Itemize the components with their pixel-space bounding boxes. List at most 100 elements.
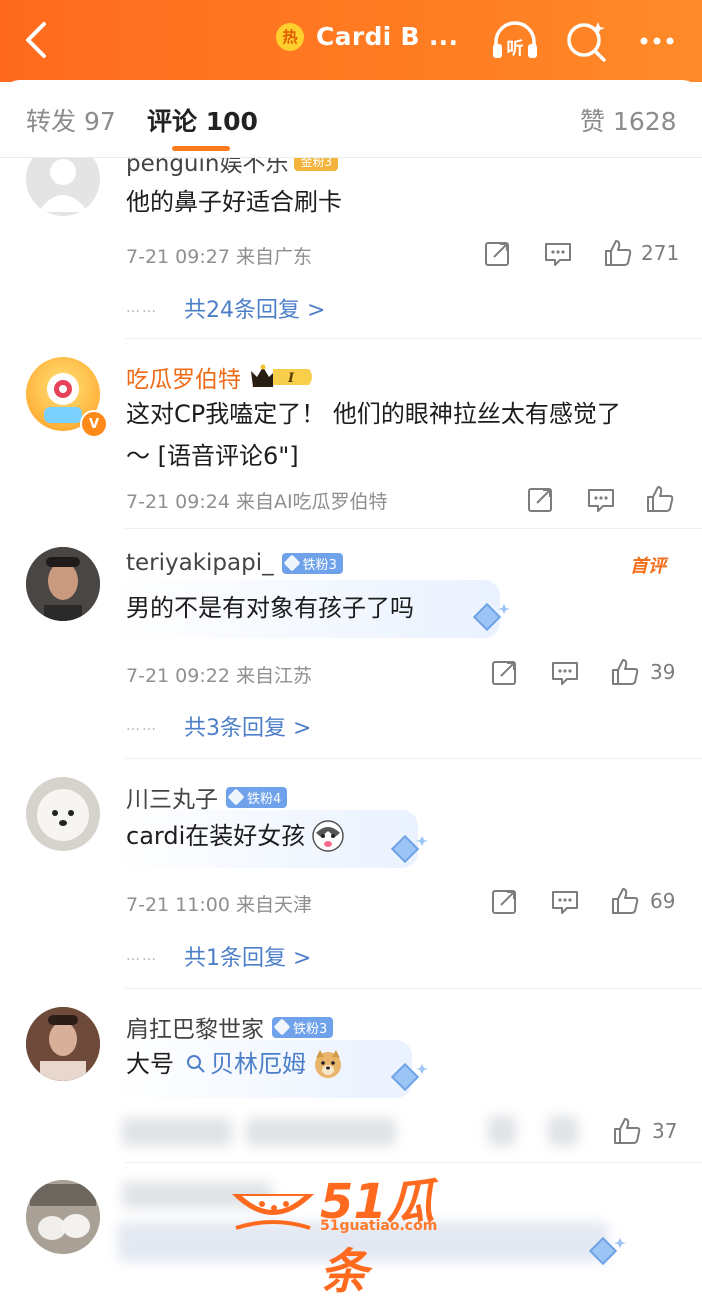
blurred-share-icon	[488, 1116, 516, 1146]
user-photo-icon	[26, 1007, 100, 1081]
doge-emoji-icon	[315, 1050, 341, 1078]
comment-text: 大号	[126, 1050, 174, 1078]
avatar[interactable]	[26, 158, 100, 216]
search-topic-link[interactable]: 贝林厄姆	[186, 1044, 306, 1084]
replies-label: 共3条回复 >	[184, 716, 312, 741]
watermark-logo: 51瓜条 51guatiao.com	[228, 1160, 478, 1300]
row-divider	[125, 988, 702, 989]
comment-meta: 7-21 09:22 来自江苏	[126, 665, 312, 687]
replies-label: 共24条回复 >	[184, 298, 326, 323]
first-comment-tag: 首评	[630, 556, 666, 577]
tab-likes-count: 1628	[612, 107, 677, 136]
username[interactable]: 肩扛巴黎世家 铁粉3	[126, 1010, 334, 1044]
like-button[interactable]: 271	[603, 238, 679, 268]
svg-text:I: I	[287, 371, 295, 386]
row-divider	[125, 758, 702, 759]
blurred-meta	[122, 1118, 232, 1146]
more-icon[interactable]	[634, 16, 684, 66]
tab-comments-label: 评论	[147, 107, 198, 136]
verified-badge-icon: V	[80, 410, 108, 438]
diamond-icon	[227, 788, 245, 806]
back-arrow-icon[interactable]	[16, 18, 56, 62]
share-icon[interactable]	[490, 888, 518, 916]
like-button[interactable]	[645, 484, 675, 514]
thumbs-up-icon	[612, 659, 639, 685]
avatar-photo[interactable]	[26, 1007, 100, 1081]
title-area[interactable]: 热 Cardi B ...	[276, 22, 458, 51]
like-count: 39	[650, 660, 676, 684]
comment-text: 这对CP我嗑定了！ 他们的眼神拉丝太有感觉了	[126, 400, 621, 428]
tab-reposts-label: 转发	[26, 107, 77, 136]
blurred-comment-icon	[548, 1116, 578, 1146]
tab-reposts-count: 97	[83, 107, 116, 136]
avatar-dog[interactable]	[26, 777, 100, 851]
thumbs-up-icon	[614, 1118, 641, 1144]
avatar-photo[interactable]	[26, 1180, 100, 1254]
comment-icon[interactable]	[550, 888, 580, 916]
thumbs-up-icon	[612, 888, 639, 914]
share-icon[interactable]	[483, 240, 511, 268]
avatar-photo[interactable]	[26, 547, 100, 621]
search-icon[interactable]	[562, 16, 612, 66]
like-button[interactable]: 37	[612, 1116, 677, 1146]
replies-link[interactable]: …… 共3条回复 >	[126, 710, 311, 742]
dots-separator: ……	[126, 718, 158, 734]
blurred-meta	[246, 1118, 396, 1146]
iron-fan-badge: 铁粉3	[281, 552, 343, 574]
row-divider	[125, 528, 702, 529]
user-photo-icon	[26, 547, 100, 621]
watermark-url: 51guatiao.com	[320, 1218, 438, 1234]
replies-label: 共1条回复 >	[184, 946, 312, 971]
username[interactable]: teriyakipapi_ 铁粉3	[126, 550, 343, 576]
diamond-icon	[283, 554, 301, 572]
like-count: 37	[652, 1119, 678, 1143]
page-title: Cardi B ...	[316, 22, 459, 51]
comment-text-row: 大号 贝林厄姆	[126, 1044, 344, 1084]
like-count: 271	[641, 241, 680, 265]
comment-text-row: cardi在装好女孩	[126, 816, 345, 856]
top-bar: 热 Cardi B ... 听	[0, 0, 702, 82]
crown-vip-icon: I	[251, 364, 312, 387]
username[interactable]: penguin娱不乐 金粉3	[126, 158, 339, 178]
diamond-sparkle-icon	[472, 602, 510, 632]
tab-likes[interactable]: 赞 1628	[580, 102, 677, 138]
replies-link[interactable]: …… 共1条回复 >	[126, 940, 311, 972]
thumbs-up-icon	[647, 486, 674, 512]
username[interactable]: 吃瓜罗伯特 I	[126, 360, 315, 394]
diamond-sparkle-icon	[588, 1236, 626, 1266]
comment-icon[interactable]	[586, 486, 616, 514]
search-icon	[187, 1055, 205, 1073]
dots-separator: ……	[126, 948, 158, 964]
tab-comments[interactable]: 评论 100	[147, 102, 258, 138]
diamond-icon	[273, 1018, 291, 1036]
listen-label: 听	[507, 38, 524, 59]
active-tab-indicator	[172, 146, 230, 151]
iron-fan-badge: 铁粉3	[272, 1016, 334, 1038]
comment-icon[interactable]	[543, 240, 573, 268]
comment-meta: 7-21 09:24 来自AI吃瓜罗伯特	[126, 491, 388, 513]
default-avatar-icon	[38, 159, 88, 212]
diamond-sparkle-icon	[390, 1062, 428, 1092]
watermelon-logo-icon	[232, 1194, 314, 1230]
iron-fan-badge: 铁粉4	[226, 786, 288, 808]
share-icon[interactable]	[526, 486, 554, 514]
like-button[interactable]: 39	[610, 657, 675, 687]
tab-reposts[interactable]: 转发 97	[26, 102, 116, 138]
like-count: 69	[650, 889, 676, 913]
comment-meta: 7-21 11:00 来自天津	[126, 894, 312, 916]
comment-text: 男的不是有对象有孩子了吗	[126, 594, 414, 622]
replies-link[interactable]: …… 共24条回复 >	[126, 292, 325, 324]
comment-icon[interactable]	[550, 659, 580, 687]
user-photo-icon	[26, 1180, 100, 1254]
username[interactable]: 川三丸子 铁粉4	[126, 780, 288, 814]
diamond-sparkle-icon	[390, 834, 428, 864]
thumbs-up-icon	[605, 240, 632, 266]
like-button[interactable]: 69	[610, 886, 675, 916]
husky-emoji-icon	[312, 820, 344, 852]
headphones-listen-icon[interactable]: 听	[490, 16, 540, 66]
share-icon[interactable]	[490, 659, 518, 687]
comment-text-line2: ～ [语音评论6"]	[126, 442, 299, 470]
dots-separator: ……	[126, 300, 158, 316]
tab-bar: 转发 97 评论 100 赞 1628	[0, 80, 702, 156]
comment-meta: 7-21 09:27 来自广东	[126, 246, 312, 268]
